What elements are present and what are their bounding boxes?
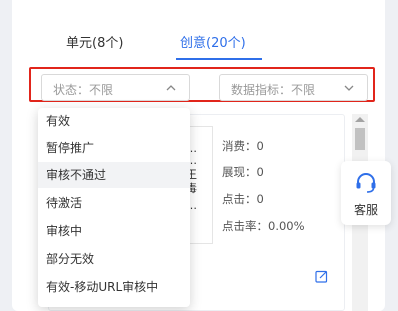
scrollbar-thumb[interactable]	[355, 128, 365, 150]
active-tab-indicator	[176, 58, 262, 60]
status-filter-label: 状态：不限	[53, 83, 114, 97]
customer-service-button[interactable]: 客服	[341, 161, 391, 225]
metric-spend: 消费：0	[222, 139, 264, 153]
tab-bar: 单元(8个) 创意(20个)	[0, 0, 373, 60]
status-dropdown-menu: 有效 暂停推广 审核不通过 待激活 审核中 部分无效 有效-移动URL审核中	[38, 108, 190, 307]
tab-creatives[interactable]: 创意(20个)	[180, 32, 246, 51]
status-filter-select[interactable]: 状态：不限	[41, 74, 190, 101]
metric-filter-label: 数据指标：不限	[231, 83, 316, 97]
chevron-down-icon	[344, 85, 354, 91]
dropdown-option-under-review[interactable]: 审核中	[38, 218, 190, 244]
edit-icon[interactable]	[315, 270, 328, 283]
metric-clicks: 点击：0	[222, 192, 264, 206]
dropdown-option-mobile-url-review[interactable]: 有效-移动URL审核中	[38, 274, 190, 300]
metric-impressions: 展现：0	[222, 165, 264, 179]
dropdown-option-partially-invalid[interactable]: 部分无效	[38, 246, 190, 272]
dropdown-option-active[interactable]: 有效	[38, 108, 190, 134]
scroll-up-arrow-icon[interactable]	[355, 117, 365, 122]
dropdown-option-rejected[interactable]: 审核不通过	[38, 162, 190, 188]
metric-filter-select[interactable]: 数据指标：不限	[219, 74, 368, 101]
customer-service-label: 客服	[353, 203, 378, 217]
dropdown-option-paused[interactable]: 暂停推广	[38, 135, 190, 161]
headset-icon	[356, 173, 376, 193]
chevron-up-icon	[166, 85, 176, 91]
tab-units[interactable]: 单元(8个)	[66, 32, 123, 51]
metric-ctr: 点击率：0.00%	[222, 219, 305, 233]
dropdown-option-pending-activation[interactable]: 待激活	[38, 190, 190, 216]
